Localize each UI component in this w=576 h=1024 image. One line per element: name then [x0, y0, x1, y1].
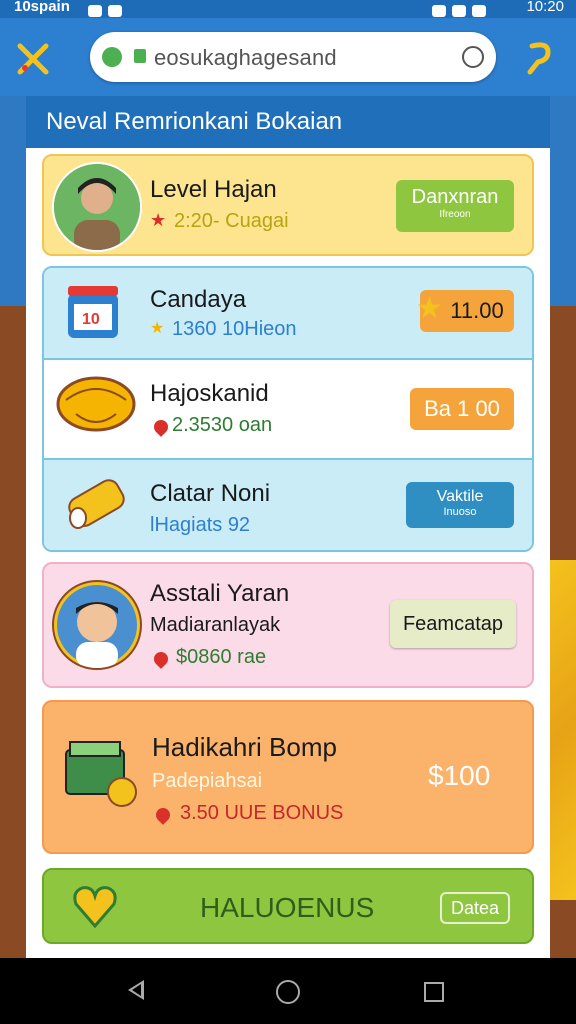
panel-title: Neval Remrionkani Bokaian — [26, 96, 550, 148]
back-icon-inner — [132, 984, 141, 996]
location-pin-icon — [153, 805, 173, 825]
card-title: Level Hajan — [150, 176, 277, 203]
banner-title: HALUOENUS — [200, 892, 375, 923]
heart-icon — [73, 886, 117, 929]
row-title: Candaya — [150, 286, 247, 313]
list-item[interactable]: Hajoskanid 2.3530 oan Ba 1 00 — [44, 360, 532, 460]
bowl-icon — [56, 376, 136, 432]
card-action-button[interactable]: Feamcatap — [390, 600, 516, 648]
status-time: 10:20 — [526, 0, 564, 15]
close-icon[interactable] — [16, 42, 50, 76]
svg-text:10: 10 — [82, 311, 100, 328]
card-title: Hadikahri Bomp — [152, 732, 337, 762]
row-action-button[interactable]: Ba 1 00 — [410, 388, 514, 430]
row-action-button[interactable]: ★ 11.00 — [416, 290, 514, 332]
reload-icon[interactable] — [462, 46, 484, 68]
card-price: $0860 rae — [176, 646, 267, 668]
card-title: Asstali Yaran — [150, 580, 290, 607]
card-bonus: 3.50 UUE BONUS — [180, 802, 344, 824]
star-icon: ★ — [416, 292, 443, 325]
row-sub: lHagiats 92 — [150, 514, 251, 536]
browser-toolbar: eosukaghagesand — [0, 18, 576, 96]
cash-box-icon — [65, 741, 137, 807]
menu-icon[interactable] — [524, 40, 554, 76]
bonus-banner[interactable]: HALUOENUS Datea — [42, 868, 534, 944]
list-item[interactable]: 10 Candaya ★ 1360 10Hieon ★ 11.00 — [44, 268, 532, 360]
avatar — [52, 580, 142, 670]
url-text: eosukaghagesand — [154, 45, 337, 70]
row-title: Clatar Noni — [150, 480, 271, 507]
banner-button[interactable]: Datea — [440, 892, 510, 924]
card-price: $100 — [428, 760, 491, 791]
scroll-icon — [68, 479, 125, 529]
card-sub: 2:20- Cuagai — [174, 210, 289, 232]
star-icon: ★ — [150, 210, 167, 230]
lock-icon — [134, 49, 146, 63]
list-item[interactable]: Clatar Noni lHagiats 92 Vaktile Inuoso — [44, 460, 532, 550]
location-pin-icon — [151, 417, 171, 437]
row-title: Hajoskanid — [150, 380, 269, 407]
system-navbar — [0, 958, 576, 1024]
row-sub: 2.3530 oan — [172, 414, 273, 436]
status-carrier: 10spain — [14, 0, 70, 15]
site-security-icon — [102, 47, 122, 67]
star-icon: ★ — [150, 320, 165, 337]
avatar — [52, 162, 142, 252]
background-stripe — [550, 560, 576, 900]
recent-apps-icon[interactable] — [424, 982, 444, 1002]
status-bar: 10spain 10:20 — [0, 0, 576, 18]
card-subtitle: Madiaranlayak — [150, 614, 281, 636]
location-pin-icon — [151, 649, 171, 669]
bonus-card[interactable]: Hadikahri Bomp Padepiahsai 3.50 UUE BONU… — [42, 700, 534, 854]
shop-bag-icon: 10 — [68, 286, 118, 338]
url-bar[interactable]: eosukaghagesand — [90, 32, 496, 82]
item-group: 10 Candaya ★ 1360 10Hieon ★ 11.00 Hajosk… — [42, 266, 534, 552]
row-sub: 1360 10Hieon — [172, 318, 297, 340]
row-action-button[interactable]: Vaktile Inuoso — [406, 482, 514, 528]
level-card[interactable]: Level Hajan ★ 2:20- Cuagai Danxnran Ifre… — [42, 154, 534, 256]
notification-icon — [82, 2, 122, 18]
card-subtitle: Padepiahsai — [152, 770, 263, 792]
content-panel: Neval Remrionkani Bokaian Level Hajan ★ … — [26, 96, 550, 958]
signal-icon — [426, 2, 486, 18]
card-action-button[interactable]: Danxnran Ifreoon — [396, 180, 514, 232]
home-icon[interactable] — [276, 980, 300, 1004]
profile-card[interactable]: Asstali Yaran Madiaranlayak $0860 rae Fe… — [42, 562, 534, 688]
